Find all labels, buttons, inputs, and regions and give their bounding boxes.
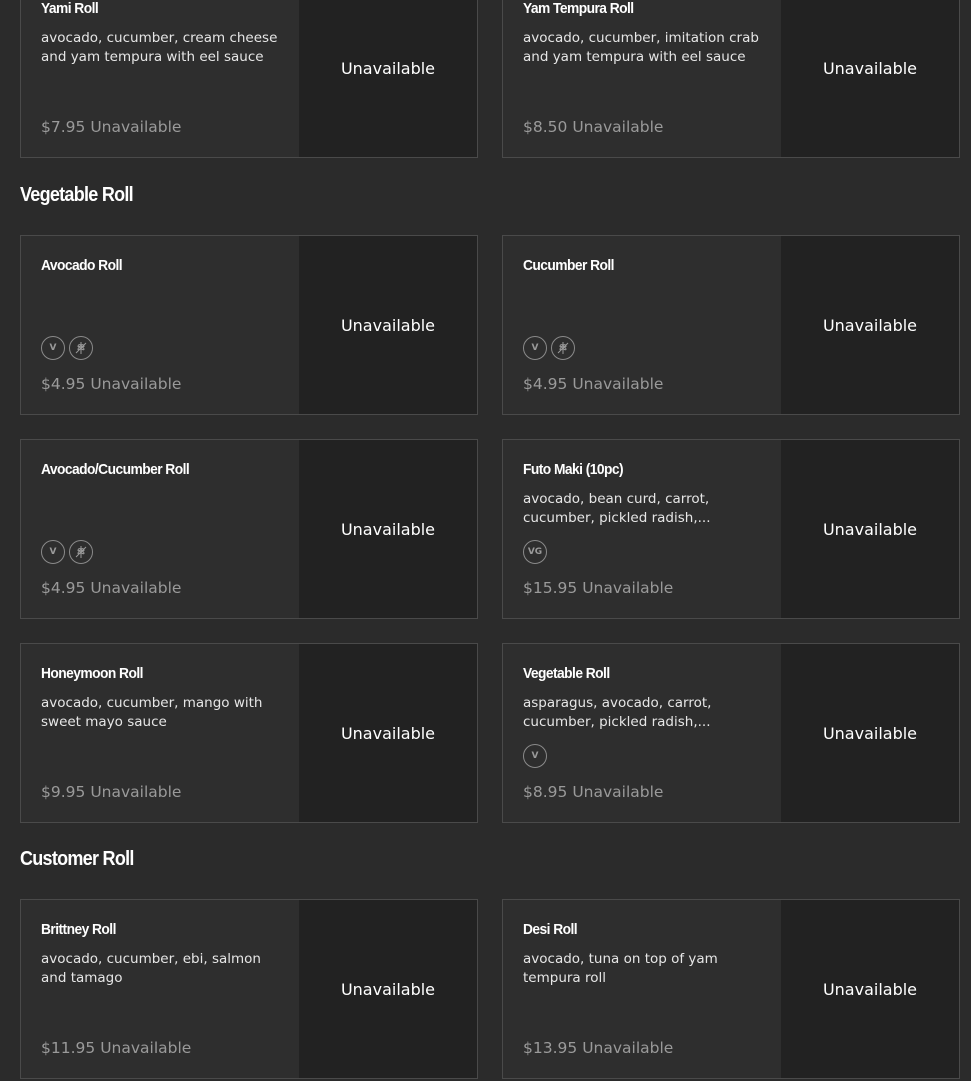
menu-item-name: Cucumber Roll	[523, 257, 615, 274]
menu-item-info: Vegetable Roll asparagus, avocado, carro…	[503, 644, 781, 822]
menu-item-card[interactable]: Avocado Roll V $4.95 Unavailable Unavail…	[20, 235, 478, 415]
menu-item-image-placeholder: Unavailable	[299, 644, 477, 822]
menu-item-card[interactable]: Vegetable Roll asparagus, avocado, carro…	[502, 643, 960, 823]
menu-item-card[interactable]: Brittney Roll avocado, cucumber, ebi, sa…	[20, 899, 478, 1079]
dietary-tags: V	[41, 540, 93, 564]
menu-item-price: $4.95 Unavailable	[41, 579, 182, 597]
menu-item-info: Futo Maki (10pc) avocado, bean curd, car…	[503, 440, 781, 618]
menu-item-name: Avocado/Cucumber Roll	[41, 461, 190, 478]
section-title-customer-roll: Customer Roll	[20, 848, 134, 870]
menu-item-card[interactable]: Desi Roll avocado, tuna on top of yam te…	[502, 899, 960, 1079]
menu-item-description: avocado, tuna on top of yam tempura roll	[523, 951, 718, 986]
menu-item-info: Honeymoon Roll avocado, cucumber, mango …	[21, 644, 299, 822]
menu-item-name: Honeymoon Roll	[41, 665, 143, 682]
menu-item-name: Yam Tempura Roll	[523, 0, 634, 17]
gluten-free-icon	[69, 336, 93, 360]
menu-item-name: Brittney Roll	[41, 921, 116, 938]
menu-item-price: $7.95 Unavailable	[41, 118, 182, 136]
dietary-tags: VG	[523, 540, 547, 564]
menu-item-description: avocado, cucumber, cream cheese and yam …	[41, 30, 278, 65]
menu-item-image-placeholder: Unavailable	[299, 440, 477, 618]
menu-item-card[interactable]: Avocado/Cucumber Roll V $4.95 Unavailabl…	[20, 439, 478, 619]
menu-item-info: Avocado/Cucumber Roll V $4.95 Unavailabl…	[21, 440, 299, 618]
menu-item-image-placeholder: Unavailable	[781, 644, 959, 822]
gluten-free-icon	[551, 336, 575, 360]
menu-item-image-placeholder: Unavailable	[781, 0, 959, 157]
menu-item-price: $15.95 Unavailable	[523, 579, 674, 597]
menu-item-description: asparagus, avocado, carrot, cucumber, pi…	[523, 695, 712, 730]
menu-item-card[interactable]: Cucumber Roll V $4.95 Unavailable Unavai…	[502, 235, 960, 415]
menu-item-price: $8.95 Unavailable	[523, 783, 664, 801]
vegan-icon: V	[523, 744, 547, 768]
dietary-tags: V	[41, 336, 93, 360]
section-title-vegetable-roll: Vegetable Roll	[20, 184, 134, 206]
menu-item-info: Yami Roll avocado, cucumber, cream chees…	[21, 0, 299, 157]
menu-item-card[interactable]: Yami Roll avocado, cucumber, cream chees…	[20, 0, 478, 158]
menu-item-image-placeholder: Unavailable	[781, 440, 959, 618]
menu-item-name: Vegetable Roll	[523, 665, 610, 682]
menu-item-card[interactable]: Yam Tempura Roll avocado, cucumber, imit…	[502, 0, 960, 158]
vegan-icon: V	[523, 336, 547, 360]
menu-item-description: avocado, cucumber, ebi, salmon and tamag…	[41, 951, 261, 986]
menu-item-price: $9.95 Unavailable	[41, 783, 182, 801]
vegan-icon: V	[41, 540, 65, 564]
menu-item-card[interactable]: Futo Maki (10pc) avocado, bean curd, car…	[502, 439, 960, 619]
menu-item-description: avocado, cucumber, imitation crab and ya…	[523, 30, 759, 65]
menu-item-info: Desi Roll avocado, tuna on top of yam te…	[503, 900, 781, 1078]
menu-item-info: Cucumber Roll V $4.95 Unavailable	[503, 236, 781, 414]
menu-item-price: $8.50 Unavailable	[523, 118, 664, 136]
dietary-tags: V	[523, 336, 575, 360]
menu-item-card[interactable]: Honeymoon Roll avocado, cucumber, mango …	[20, 643, 478, 823]
vegetarian-icon: VG	[523, 540, 547, 564]
gluten-free-icon	[69, 540, 93, 564]
menu-item-name: Avocado Roll	[41, 257, 123, 274]
menu-item-description: avocado, bean curd, carrot, cucumber, pi…	[523, 491, 711, 526]
menu-item-image-placeholder: Unavailable	[299, 0, 477, 157]
dietary-tags: V	[523, 744, 547, 768]
menu-item-image-placeholder: Unavailable	[299, 900, 477, 1078]
menu-item-image-placeholder: Unavailable	[781, 900, 959, 1078]
menu-item-info: Avocado Roll V $4.95 Unavailable	[21, 236, 299, 414]
menu-item-image-placeholder: Unavailable	[299, 236, 477, 414]
menu-item-name: Yami Roll	[41, 0, 99, 17]
menu-item-price: $4.95 Unavailable	[41, 375, 182, 393]
menu-item-price: $4.95 Unavailable	[523, 375, 664, 393]
menu-item-info: Yam Tempura Roll avocado, cucumber, imit…	[503, 0, 781, 157]
menu-item-name: Futo Maki (10pc)	[523, 461, 624, 478]
menu-item-image-placeholder: Unavailable	[781, 236, 959, 414]
vegan-icon: V	[41, 336, 65, 360]
menu-item-name: Desi Roll	[523, 921, 578, 938]
menu-item-price: $11.95 Unavailable	[41, 1039, 192, 1057]
menu-item-info: Brittney Roll avocado, cucumber, ebi, sa…	[21, 900, 299, 1078]
menu-item-description: avocado, cucumber, mango with sweet mayo…	[41, 695, 263, 730]
menu-item-price: $13.95 Unavailable	[523, 1039, 674, 1057]
